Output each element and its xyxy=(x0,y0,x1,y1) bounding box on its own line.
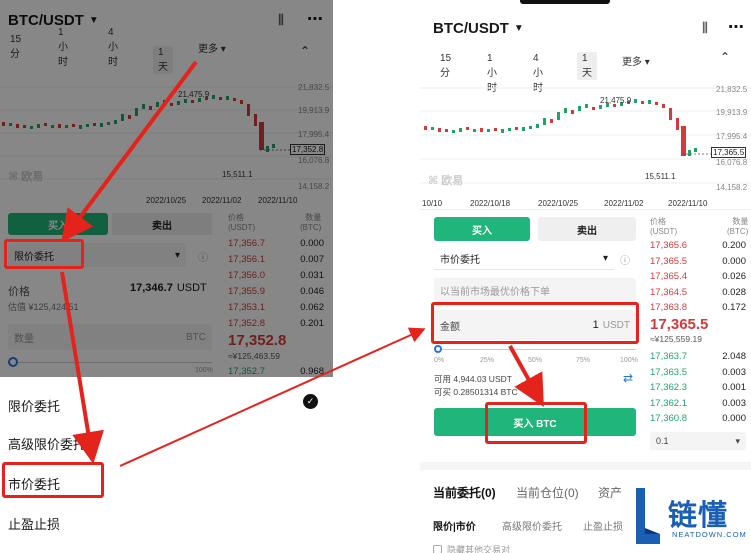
annotation-box-amount xyxy=(431,302,639,344)
buy-tab[interactable]: 买入 xyxy=(434,217,530,241)
bid-row[interactable]: 17,360.8 0.000 xyxy=(650,411,746,427)
chevron-up-icon[interactable]: ⌃ xyxy=(720,50,730,64)
chevron-down-icon: ▼ xyxy=(513,23,524,34)
subtab-advanced-limit[interactable]: 高级限价委托 xyxy=(502,518,562,533)
watermark: ⌘ 欧易 xyxy=(428,175,464,187)
price-axis-2: 17,995.4 xyxy=(716,132,748,141)
pct-label-75: 75% xyxy=(576,357,591,364)
ask-row[interactable]: 17,365.5 0.000 xyxy=(650,254,746,270)
pct-label-25: 25% xyxy=(480,357,495,364)
bid-row[interactable]: 17,363.5 0.003 xyxy=(650,365,746,381)
pct-label-50: 50% xyxy=(528,357,543,364)
current-price-tag: 17,365.5 xyxy=(711,147,747,158)
subtab-limit-market[interactable]: 限价|市价 xyxy=(433,518,476,533)
order-type-select[interactable]: 市价委托 ▾ xyxy=(434,248,614,270)
annotation-box-market-order xyxy=(2,462,104,498)
logo-text: 链懂 xyxy=(668,500,729,532)
annotation-box-buy xyxy=(485,402,587,444)
book-amount-header: 数量 (BTC) xyxy=(727,217,749,236)
logo-mark-icon xyxy=(636,488,660,544)
pair-selector[interactable]: BTC/USDT ▼ xyxy=(433,20,524,37)
indicator-icon[interactable]: ⫼ xyxy=(702,20,708,36)
notch xyxy=(520,0,610,4)
pair-title: BTC/USDT xyxy=(433,20,509,37)
depth-select[interactable]: 0.1 ▾ xyxy=(650,432,746,450)
transfer-icon[interactable]: ⇄ xyxy=(623,371,633,385)
candlestick-chart xyxy=(420,87,751,184)
tf-more[interactable]: 更多 ▾ xyxy=(622,53,650,68)
more-icon[interactable]: ⋯ xyxy=(728,17,744,37)
ask-list: 17,365.6 0.200 17,365.5 0.000 17,365.4 0.02… xyxy=(650,238,746,316)
available-balance: 可用 4,944.03 USDT xyxy=(434,374,512,384)
caret-down-icon: ▾ xyxy=(602,253,608,264)
ask-row[interactable]: 17,365.4 0.026 xyxy=(650,269,746,285)
tab-positions[interactable]: 当前仓位(0) xyxy=(516,484,579,501)
can-buy-amount: 可买 0.28501314 BTC xyxy=(434,387,518,397)
site-logo: 链懂 NEATDOWN.COM xyxy=(632,482,751,553)
ask-row[interactable]: 17,363.8 0.172 xyxy=(650,300,746,316)
divider xyxy=(420,209,751,210)
hide-other-pairs[interactable]: 隐藏其他交易对 xyxy=(433,543,510,553)
bid-row[interactable]: 17,362.3 0.001 xyxy=(650,380,746,396)
pct-label-0: 0% xyxy=(434,357,445,364)
logo-subtext: NEATDOWN.COM xyxy=(672,530,747,539)
caret-down-icon: ▾ xyxy=(735,435,740,446)
slider-track[interactable] xyxy=(442,349,636,350)
chart-high-label: 21,475.9 xyxy=(600,96,632,105)
tab-open-orders[interactable]: 当前委托(0) xyxy=(433,484,496,501)
menu-advanced-limit[interactable]: 高级限价委托 xyxy=(8,434,86,453)
menu-limit-order[interactable]: 限价委托 xyxy=(8,396,60,415)
bid-list: 17,363.7 2.048 17,363.5 0.003 17,362.3 0.00… xyxy=(650,349,746,427)
tab-assets[interactable]: 资产 xyxy=(598,484,622,501)
check-icon: ✓ xyxy=(303,394,318,409)
right-phone-screen: BTC/USDT ▼ ⫼ ⋯ 15分 1小时 4小时 1天 更多 ▾ ⌃ 21,… xyxy=(420,0,751,553)
chart-low-label: 15,511.1 xyxy=(645,172,676,181)
mid-price-cny: ≈¥125,559.19 xyxy=(650,334,702,344)
info-icon[interactable]: ⓘ xyxy=(620,252,630,267)
price-axis-1: 19,913.9 xyxy=(716,108,748,117)
date-label-4: 2022/11/10 xyxy=(668,199,708,208)
order-type-label: 市价委托 xyxy=(440,255,480,266)
book-price-header: 价格 (USDT) xyxy=(650,217,678,236)
date-label-0: 10/10 xyxy=(422,199,443,208)
ask-row[interactable]: 17,364.5 0.028 xyxy=(650,285,746,301)
section-divider xyxy=(420,462,751,470)
price-axis-3: 16,076.8 xyxy=(716,158,748,167)
sell-tab[interactable]: 卖出 xyxy=(538,217,636,241)
menu-stop-profit-loss[interactable]: 止盈止损 xyxy=(8,514,60,533)
slider-handle[interactable] xyxy=(434,345,442,353)
tf-15m[interactable]: 15分 xyxy=(440,53,451,79)
tf-1d[interactable]: 1天 xyxy=(577,52,597,80)
mid-price: 17,365.5 xyxy=(650,316,709,333)
date-label-2: 2022/10/25 xyxy=(538,199,579,208)
price-axis-0: 21,832.5 xyxy=(716,85,748,94)
subtab-stop[interactable]: 止盈止损 xyxy=(583,518,623,533)
left-phone-screen: BTC/USDT ▼ ⫼ ⋯ 15分 1小时 4小时 1天 更多 ▾ ⌃ 21,… xyxy=(0,0,333,553)
bid-row[interactable]: 17,363.7 2.048 xyxy=(650,349,746,365)
bid-row[interactable]: 17,362.1 0.003 xyxy=(650,396,746,412)
checkbox[interactable] xyxy=(433,545,442,553)
modal-overlay[interactable] xyxy=(0,0,333,377)
pct-label-100: 100% xyxy=(620,357,638,364)
market-price-field: 以当前市场最优价格下单 xyxy=(434,278,636,302)
annotation-box-order-type xyxy=(4,239,84,269)
price-axis-4: 14,158.2 xyxy=(716,183,748,192)
date-label-1: 2022/10/18 xyxy=(470,199,511,208)
date-label-3: 2022/11/02 xyxy=(604,199,644,208)
ask-row[interactable]: 17,365.6 0.200 xyxy=(650,238,746,254)
